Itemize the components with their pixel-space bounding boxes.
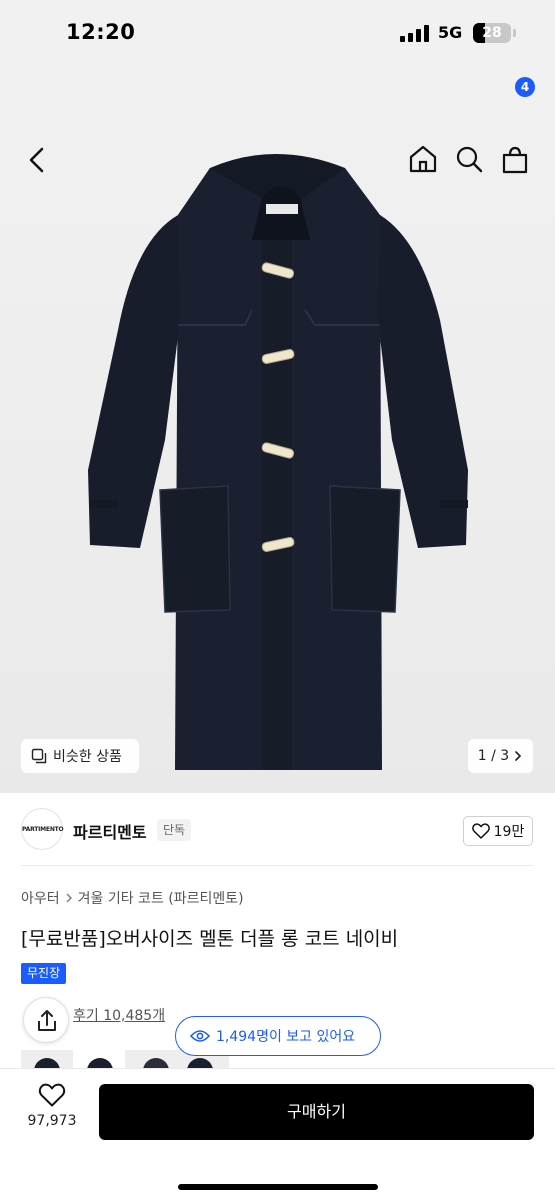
battery-icon: 28	[473, 23, 511, 43]
image-pager[interactable]: 1 / 3	[468, 739, 533, 773]
eye-icon	[190, 1030, 210, 1042]
thumbnail[interactable]	[21, 1050, 73, 1068]
cart-icon[interactable]	[500, 146, 530, 174]
brand-like-count: 19만	[493, 824, 525, 840]
battery-cap	[513, 29, 516, 37]
brand-row: PARTIMENTO 파르티멘토 단독 19만	[0, 808, 555, 852]
product-title: [무료반품]오버사이즈 멜톤 더플 롱 코트 네이비	[21, 928, 399, 950]
status-bar: 12:20 5G 28	[0, 0, 555, 64]
search-icon[interactable]	[454, 144, 484, 174]
heart-icon	[471, 823, 490, 839]
home-icon[interactable]	[408, 144, 438, 174]
page-indicator: 1 / 3	[477, 748, 510, 764]
breadcrumb-category[interactable]: 아우터	[21, 888, 60, 908]
viewers-pill: 1,494명이 보고 있어요	[175, 1016, 381, 1056]
thumbnail[interactable]	[81, 1050, 121, 1068]
cart-count-badge: 4	[515, 77, 535, 97]
similar-products-button[interactable]: 비슷한 상품	[21, 739, 139, 773]
promo-badge: 무진장	[21, 963, 67, 984]
share-button[interactable]	[23, 997, 69, 1043]
heart-icon	[38, 1083, 66, 1107]
viewers-label: 1,494명이 보고 있어요	[216, 1029, 356, 1045]
network-type: 5G	[438, 23, 463, 42]
wishlist-count: 97,973	[27, 1113, 77, 1129]
similar-products-label: 비슷한 상품	[53, 749, 122, 765]
battery-level: 28	[482, 25, 502, 41]
breadcrumb-subcategory[interactable]: 겨울 기타 코트 (파르티멘토)	[78, 888, 244, 908]
review-link[interactable]: 후기 10,485개	[73, 1005, 165, 1025]
exclusive-tag: 단독	[157, 819, 192, 841]
signal-icon	[400, 25, 430, 42]
divider	[21, 865, 533, 866]
breadcrumb: 아우터 겨울 기타 코트 (파르티멘토)	[21, 888, 244, 908]
share-icon	[38, 1010, 56, 1031]
product-image-gallery[interactable]	[0, 64, 555, 793]
chevron-right-icon	[66, 893, 72, 903]
back-icon[interactable]	[26, 146, 48, 174]
home-indicator	[178, 1184, 378, 1190]
buy-button[interactable]: 구매하기	[99, 1084, 534, 1140]
brand-like-button[interactable]: 19만	[463, 816, 533, 846]
bottom-action-bar: 97,973 구매하기	[0, 1068, 555, 1200]
brand-logo[interactable]: PARTIMENTO	[21, 808, 64, 850]
chevron-right-icon	[515, 751, 522, 761]
copy-icon	[31, 748, 47, 764]
brand-name[interactable]: 파르티멘토	[73, 819, 147, 843]
wishlist-button[interactable]: 97,973	[20, 1083, 84, 1129]
status-time: 12:20	[66, 20, 136, 44]
